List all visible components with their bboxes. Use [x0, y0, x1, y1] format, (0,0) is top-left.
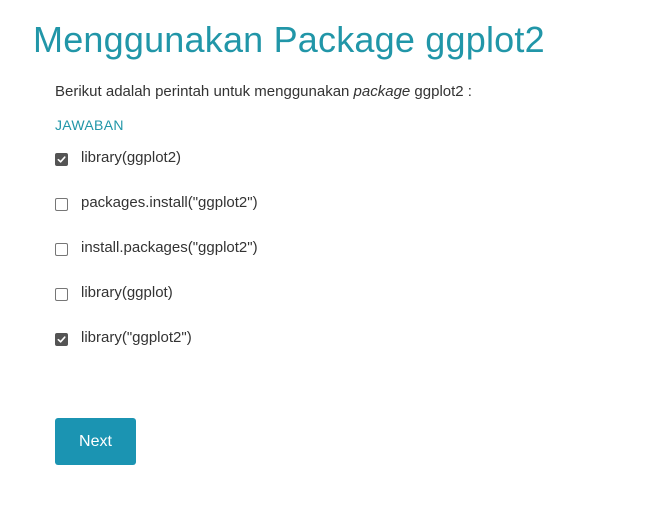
- checkmark-icon: [57, 336, 66, 343]
- option-1-checkbox[interactable]: [55, 153, 68, 166]
- option-3[interactable]: install.packages("ggplot2"): [55, 236, 575, 281]
- option-2-label[interactable]: packages.install("ggplot2"): [81, 191, 258, 215]
- question-text: Berikut adalah perintah untuk menggunaka…: [55, 82, 472, 102]
- next-button[interactable]: Next: [55, 418, 136, 465]
- quiz-page: Menggunakan Package ggplot2 Berikut adal…: [0, 0, 660, 512]
- answer-options: library(ggplot2) packages.install("ggplo…: [55, 146, 575, 371]
- question-prefix: Berikut adalah perintah untuk menggunaka…: [55, 83, 354, 100]
- checkmark-icon: [57, 156, 66, 163]
- option-3-checkbox[interactable]: [55, 243, 68, 256]
- question-emphasis: package: [353, 83, 411, 100]
- option-5[interactable]: library("ggplot2"): [55, 326, 575, 371]
- option-4[interactable]: library(ggplot): [55, 281, 575, 326]
- option-2[interactable]: packages.install("ggplot2"): [55, 191, 575, 236]
- option-4-checkbox[interactable]: [55, 288, 68, 301]
- option-3-label[interactable]: install.packages("ggplot2"): [81, 236, 258, 260]
- answer-label: JAWABAN: [55, 117, 124, 133]
- option-1[interactable]: library(ggplot2): [55, 146, 575, 191]
- option-5-label[interactable]: library("ggplot2"): [81, 326, 192, 350]
- option-2-checkbox[interactable]: [55, 198, 68, 211]
- question-suffix: ggplot2 :: [410, 83, 472, 100]
- option-1-label[interactable]: library(ggplot2): [81, 146, 181, 170]
- page-title: Menggunakan Package ggplot2: [33, 19, 545, 60]
- option-5-checkbox[interactable]: [55, 333, 68, 346]
- option-4-label[interactable]: library(ggplot): [81, 281, 173, 305]
